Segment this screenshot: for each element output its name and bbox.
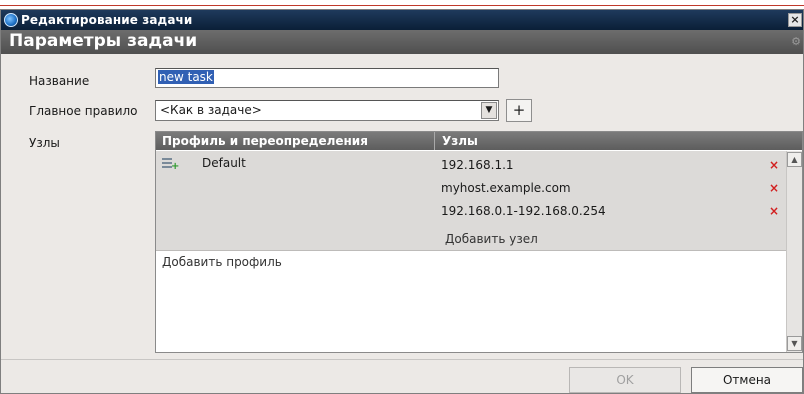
main-rule-label: Главное правило <box>29 104 138 118</box>
host-item[interactable]: 192.168.0.1-192.168.0.254 <box>441 204 606 218</box>
host-item[interactable]: 192.168.1.1 <box>441 158 514 172</box>
delete-host-icon[interactable]: × <box>769 204 779 218</box>
add-rule-button[interactable]: + <box>506 99 532 122</box>
edit-task-dialog: Редактирование задачи × Параметры задачи… <box>0 9 804 394</box>
column-header-profiles[interactable]: Профиль и переопределения <box>162 134 368 148</box>
vertical-scrollbar[interactable]: ▲ ▼ <box>786 151 802 352</box>
nodes-label: Узлы <box>29 136 60 150</box>
window-title: Редактирование задачи <box>21 13 193 27</box>
gear-icon[interactable]: ⚙ <box>791 35 801 48</box>
profile-name[interactable]: Default <box>202 156 246 170</box>
ok-button[interactable]: OK <box>569 367 681 393</box>
delete-host-icon[interactable]: × <box>769 181 779 195</box>
column-header-nodes[interactable]: Узлы <box>442 134 478 148</box>
page-title: Параметры задачи <box>9 31 198 51</box>
main-rule-select[interactable]: <Как в задаче> ▼ <box>155 100 499 121</box>
delete-host-icon[interactable]: × <box>769 158 779 172</box>
profile-row[interactable]: + Default 192.168.1.1 × myhost.example.c… <box>156 151 786 251</box>
name-label: Название <box>29 74 90 88</box>
column-divider <box>434 132 435 150</box>
scroll-up-icon[interactable]: ▲ <box>787 152 802 167</box>
section-header: Параметры задачи ⚙ <box>1 30 803 54</box>
host-item[interactable]: myhost.example.com <box>441 181 571 195</box>
scroll-down-icon[interactable]: ▼ <box>787 336 802 351</box>
title-bar[interactable]: Редактирование задачи × <box>1 10 803 30</box>
add-profile-link[interactable]: Добавить профиль <box>162 255 282 269</box>
close-button[interactable]: × <box>788 13 802 27</box>
footer-divider <box>1 359 803 360</box>
dropdown-arrow-icon[interactable]: ▼ <box>481 102 497 119</box>
add-host-link[interactable]: Добавить узел <box>445 232 538 246</box>
name-input-value: new task <box>158 70 214 84</box>
cancel-button[interactable]: Отмена <box>691 367 803 393</box>
grid-header: Профиль и переопределения Узлы <box>156 132 802 150</box>
main-rule-value: <Как в задаче> <box>160 103 262 117</box>
profile-list-icon: + <box>162 158 179 172</box>
app-logo-icon <box>4 13 18 27</box>
top-border <box>0 0 804 6</box>
profiles-grid: Профиль и переопределения Узлы + Default… <box>155 131 803 353</box>
name-input[interactable]: new task <box>155 68 499 88</box>
